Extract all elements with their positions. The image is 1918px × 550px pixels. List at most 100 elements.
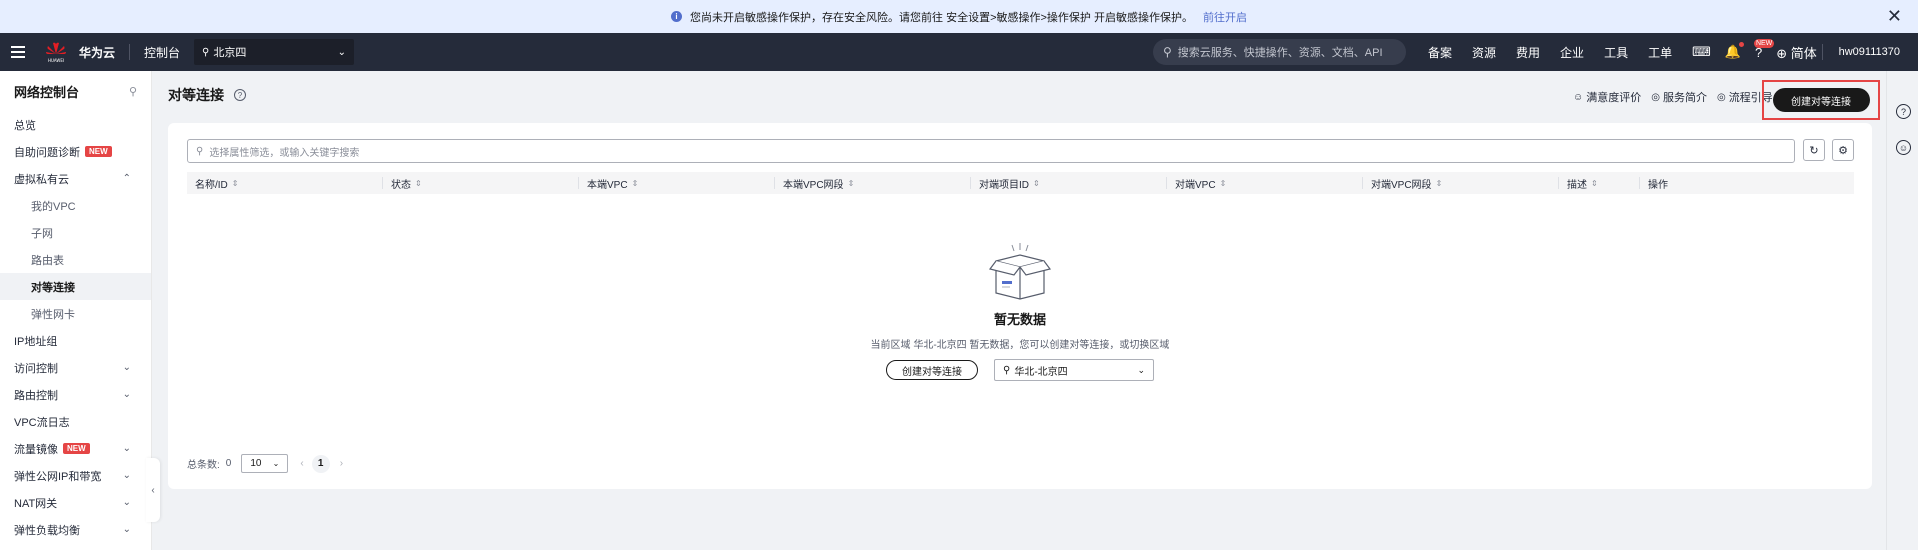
service-intro-link[interactable]: ◎ 服务简介: [1651, 89, 1707, 105]
chevron-down-icon: ⌄: [1137, 364, 1145, 375]
sort-icon: ⇕: [1591, 178, 1598, 188]
sidebar-item-peering[interactable]: 对等连接: [0, 273, 151, 300]
nav-item-enterprise[interactable]: 企业: [1560, 44, 1584, 61]
sidebar-item-label: 路由表: [31, 254, 64, 267]
sidebar-item-label: 弹性负载均衡: [14, 524, 80, 537]
column-local-vpc[interactable]: 本端VPC ⇕: [579, 172, 775, 194]
sidebar-item-eip[interactable]: 弹性公网IP和带宽 ⌄: [0, 462, 151, 489]
header-divider: [129, 44, 131, 60]
globe-icon[interactable]: ⊕ 简体: [1776, 43, 1817, 62]
help-icon[interactable]: ? NEW: [1753, 38, 1775, 60]
content-card: ⚲ 选择属性筛选，或输入关键字搜索 ↻ ⚙ 名称/ID ⇕ 状态 ⇕ 本端VPC ⇕ …: [168, 123, 1872, 489]
column-name-id[interactable]: 名称/ID ⇕: [187, 172, 383, 194]
sort-icon: ⇕: [1435, 178, 1443, 188]
page-size-select[interactable]: 10 ⌄: [241, 454, 289, 473]
nav-item-tickets[interactable]: 工单: [1648, 44, 1672, 61]
column-peer-vpc[interactable]: 对端VPC ⇕: [1167, 172, 1363, 194]
page-header-links: ☺ 满意度评价 ◎ 服务简介 ◎ 流程引导: [1573, 89, 1783, 105]
bell-icon[interactable]: 🔔: [1725, 42, 1745, 60]
sidebar-item-access-control[interactable]: 访问控制 ⌄: [0, 354, 151, 381]
create-peering-button[interactable]: 创建对等连接: [1772, 88, 1870, 112]
empty-create-button[interactable]: 创建对等连接: [886, 360, 978, 380]
nav-item-resources[interactable]: 资源: [1472, 44, 1496, 61]
prev-page-button[interactable]: ‹: [300, 458, 303, 469]
username: hw09111370: [1838, 46, 1900, 58]
satisfaction-link[interactable]: ☺ 满意度评价: [1573, 89, 1641, 105]
filter-search-input[interactable]: ⚲ 选择属性筛选，或输入关键字搜索: [187, 139, 1795, 163]
sidebar-item-elb[interactable]: 弹性负载均衡 ⌄: [0, 516, 151, 543]
huawei-logo-icon[interactable]: HUAWEI: [43, 40, 69, 64]
sidebar-item-eni[interactable]: 弹性网卡: [0, 300, 151, 327]
header-divider: [1821, 44, 1823, 60]
column-peer-cidr[interactable]: 对端VPC网段 ⇕: [1363, 172, 1559, 194]
region-name: 北京四: [213, 47, 247, 59]
notification-dot: [1739, 42, 1745, 47]
nav-item-billing[interactable]: 费用: [1516, 44, 1540, 61]
console-link[interactable]: 控制台: [144, 44, 180, 61]
sidebar-item-route-table[interactable]: 路由表: [0, 246, 151, 273]
column-label: 状态: [391, 179, 411, 191]
search-icon[interactable]: ⚲: [129, 85, 137, 98]
column-peer-project[interactable]: 对端项目ID ⇕: [971, 172, 1167, 194]
refresh-button[interactable]: ↻: [1803, 139, 1825, 161]
sidebar-item-diagnosis[interactable]: 自助问题诊断 NEW: [0, 138, 151, 165]
empty-title: 暂无数据: [993, 312, 1046, 327]
next-page-button[interactable]: ›: [340, 458, 343, 469]
sidebar-item-route-control[interactable]: 路由控制 ⌄: [0, 381, 151, 408]
search-icon: ⚲: [196, 145, 204, 157]
terminal-icon[interactable]: ⌨: [1692, 44, 1711, 60]
sidebar-item-label: 流量镜像: [14, 443, 58, 456]
sidebar-item-nat[interactable]: NAT网关 ⌄: [0, 489, 151, 516]
question-icon[interactable]: ?: [234, 89, 246, 101]
column-description[interactable]: 描述 ⇕: [1559, 172, 1640, 194]
chevron-down-icon: ⌄: [337, 46, 347, 58]
sort-icon: ⇕: [631, 178, 639, 188]
sidebar-item-subnet[interactable]: 子网: [0, 219, 151, 246]
help-icon[interactable]: ?: [1896, 104, 1911, 119]
column-local-cidr[interactable]: 本端VPC网段 ⇕: [775, 172, 971, 194]
brand-name[interactable]: 华为云: [79, 44, 115, 61]
user-menu[interactable]: hw09111370: [1821, 33, 1900, 71]
region-selector[interactable]: ⚲ 北京四 ⌄: [194, 39, 355, 65]
empty-description: 当前区域 华北-北京四 暂无数据，您可以创建对等连接，或切换区域: [870, 340, 1170, 351]
settings-button[interactable]: ⚙: [1832, 139, 1854, 161]
language-label: 简体: [1790, 45, 1817, 61]
sidebar-item-label: 总览: [14, 119, 36, 132]
empty-region-select[interactable]: ⚲ 华北-北京四 ⌄: [994, 359, 1154, 381]
nav-item-tools[interactable]: 工具: [1604, 44, 1628, 61]
sidebar-item-label: 对等连接: [31, 281, 75, 294]
feedback-smile-icon[interactable]: ☺: [1896, 140, 1911, 155]
nav-item-beian[interactable]: 备案: [1428, 44, 1452, 61]
sort-icon: ⇕: [847, 178, 855, 188]
column-status[interactable]: 状态 ⇕: [383, 172, 579, 194]
search-icon: ⚲: [1163, 45, 1172, 59]
sidebar-collapse-handle[interactable]: ‹: [146, 458, 160, 522]
sidebar-item-vpc-group[interactable]: 虚拟私有云 ⌃: [0, 165, 151, 192]
sidebar-item-flow-log[interactable]: VPC流日志: [0, 408, 151, 435]
sidebar-item-ip-group[interactable]: IP地址组: [0, 327, 151, 354]
sidebar-item-label: 子网: [31, 227, 53, 240]
total-label: 总条数:: [187, 460, 220, 471]
sidebar-item-my-vpc[interactable]: 我的VPC: [0, 192, 151, 219]
global-search-input[interactable]: ⚲ 搜索云服务、快捷操作、资源、文档、API: [1153, 39, 1406, 65]
sidebar-item-label: 弹性公网IP和带宽: [14, 470, 102, 483]
chevron-down-icon: ⌄: [122, 524, 131, 535]
pagination: 总条数: 0 10 ⌄ ‹ 1 ›: [187, 454, 343, 473]
sidebar-item-overview[interactable]: 总览: [0, 111, 151, 138]
new-badge: NEW: [1753, 38, 1775, 48]
empty-box-illustration: [988, 243, 1052, 300]
page-number[interactable]: 1: [311, 454, 330, 473]
notice-message: 您尚未开启敏感操作保护，存在安全风险。请您前往 安全设置>敏感操作>操作保护 开…: [690, 11, 1193, 24]
empty-actions: 创建对等连接 ⚲ 华北-北京四 ⌄: [886, 359, 1154, 381]
empty-region-value: 华北-北京四: [1014, 366, 1068, 378]
notice-enable-link[interactable]: 前往开启: [1203, 9, 1247, 25]
close-icon[interactable]: ✕: [1887, 7, 1902, 25]
header-nav: 备案 资源 费用 企业 工具 工单 ⌨ 🔔 ? NEW ⊕ 简体: [1428, 33, 1831, 71]
eye-icon: ◎: [1651, 91, 1660, 103]
sidebar-item-label: 虚拟私有云: [14, 173, 69, 186]
column-label: 对端VPC网段: [1371, 179, 1432, 191]
sidebar-item-traffic-mirror[interactable]: 流量镜像 NEW ⌄: [0, 435, 151, 462]
page-title: 对等连接: [168, 87, 224, 103]
chevron-up-icon: ⌃: [122, 173, 131, 184]
menu-icon[interactable]: [11, 46, 25, 58]
